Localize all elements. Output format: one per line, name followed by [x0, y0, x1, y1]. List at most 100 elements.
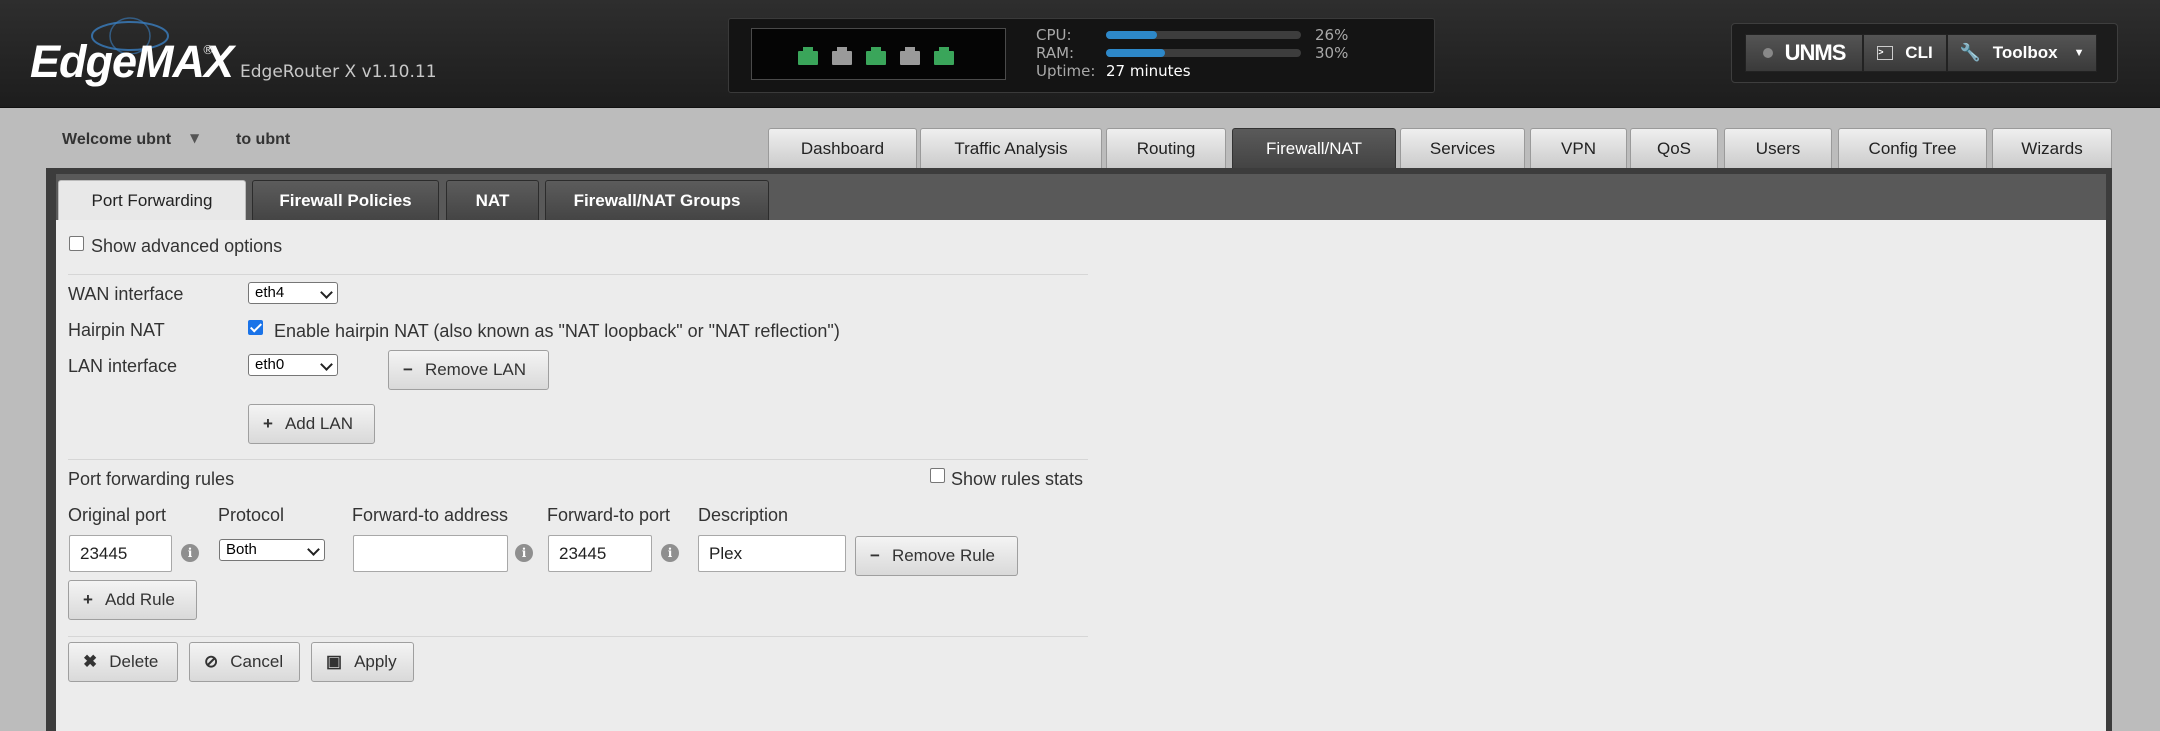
original-port-input[interactable]: 23445	[69, 535, 172, 572]
port-status-display	[751, 28, 1006, 80]
add-lan-label: Add LAN	[284, 414, 353, 433]
apply-label: Apply	[354, 652, 397, 671]
remove-lan-label: Remove LAN	[424, 360, 527, 379]
apply-button[interactable]: ▣ Apply	[311, 642, 414, 682]
port-0-icon	[798, 47, 818, 65]
nav-tab-traffic-analysis[interactable]: Traffic Analysis	[920, 128, 1102, 168]
uptime-label: Uptime:	[1036, 62, 1096, 80]
hairpin-nat-description: Enable hairpin NAT (also known as "NAT l…	[274, 321, 840, 341]
nav-tab-routing[interactable]: Routing	[1106, 128, 1226, 168]
chevron-down-icon	[320, 286, 333, 299]
subtab-firewall-nat-groups[interactable]: Firewall/NAT Groups	[545, 180, 769, 221]
add-lan-button[interactable]: + Add LAN	[248, 404, 375, 444]
divider	[68, 274, 1088, 275]
info-icon[interactable]: i	[515, 544, 533, 562]
protocol-header: Protocol	[218, 505, 285, 525]
forward-to-address-input[interactable]	[353, 535, 508, 572]
ram-value: 30%	[1315, 44, 1349, 62]
save-icon: ▣	[326, 652, 343, 671]
wrench-icon: 🔧	[1959, 43, 1981, 62]
port-3-icon	[900, 47, 920, 65]
port-forwarding-rules-heading: Port forwarding rules	[68, 469, 235, 489]
subtab-nat[interactable]: NAT	[446, 180, 539, 221]
description-header: Description	[698, 505, 789, 525]
nav-tab-wizards[interactable]: Wizards	[1992, 128, 2112, 168]
header-actions: UNMS > CLI 🔧 Toolbox ▼	[1731, 23, 2118, 83]
cancel-button[interactable]: ⊘ Cancel	[189, 642, 300, 682]
close-icon: ✖	[83, 652, 98, 671]
subtab-firewall-policies[interactable]: Firewall Policies	[252, 180, 439, 221]
lan-interface-label: LAN interface	[68, 356, 178, 376]
plus-icon: +	[83, 590, 93, 609]
nav-tab-firewall-nat[interactable]: Firewall/NAT	[1232, 128, 1396, 168]
terminal-icon: >	[1877, 46, 1894, 60]
nav-tab-services[interactable]: Services	[1400, 128, 1525, 168]
cli-button[interactable]: > CLI	[1863, 34, 1947, 72]
divider	[68, 459, 1088, 460]
protocol-select[interactable]: Both	[219, 539, 325, 561]
ram-bar	[1106, 49, 1301, 57]
chevron-down-icon[interactable]: ▼	[190, 131, 199, 145]
remove-lan-button[interactable]: − Remove LAN	[388, 350, 549, 390]
show-rules-stats-checkbox[interactable]	[930, 468, 945, 483]
nav-tab-vpn[interactable]: VPN	[1530, 128, 1627, 168]
cpu-bar	[1106, 31, 1301, 39]
unms-status-dot-icon	[1762, 48, 1773, 58]
remove-rule-button[interactable]: − Remove Rule	[855, 536, 1018, 576]
forward-to-address-header: Forward-to address	[352, 505, 509, 525]
cpu-bar-fill	[1106, 31, 1157, 39]
hairpin-nat-checkbox[interactable]	[248, 320, 263, 335]
remove-rule-label: Remove Rule	[891, 546, 995, 565]
toolbox-label: Toolbox	[1992, 43, 2058, 62]
unms-button[interactable]: UNMS	[1745, 34, 1863, 72]
nav-tab-qos[interactable]: QoS	[1630, 128, 1718, 168]
ram-label: RAM:	[1036, 44, 1075, 62]
subtab-port-forwarding[interactable]: Port Forwarding	[58, 180, 246, 221]
original-port-header: Original port	[68, 505, 167, 525]
to-user-label: to ubnt	[236, 131, 291, 148]
cpu-label: CPU:	[1036, 26, 1072, 44]
welcome-user-menu[interactable]: Welcome ubnt	[62, 131, 171, 149]
divider	[68, 636, 1088, 637]
port-4-icon	[934, 47, 954, 65]
add-rule-button[interactable]: + Add Rule	[68, 580, 197, 620]
forward-to-port-header: Forward-to port	[547, 505, 671, 525]
cli-label: CLI	[1905, 43, 1933, 62]
minus-icon: −	[403, 360, 413, 379]
minus-icon: −	[870, 546, 880, 565]
forward-to-port-input[interactable]: 23445	[548, 535, 652, 572]
add-rule-label: Add Rule	[104, 590, 175, 609]
protocol-value: Both	[226, 541, 257, 558]
nav-tab-config-tree[interactable]: Config Tree	[1838, 128, 1987, 168]
lan-interface-value: eth0	[255, 356, 285, 373]
chevron-down-icon: ▼	[2073, 47, 2085, 59]
lan-interface-select[interactable]: eth0	[248, 354, 338, 376]
nav-tab-users[interactable]: Users	[1724, 128, 1832, 168]
chevron-down-icon	[307, 543, 320, 556]
wan-interface-value: eth4	[255, 284, 285, 301]
chevron-down-icon	[320, 358, 333, 371]
ram-bar-fill	[1106, 49, 1165, 57]
delete-label: Delete	[109, 652, 159, 671]
logo-trademark: ®	[202, 43, 214, 57]
unms-label: UNMS	[1784, 40, 1847, 65]
info-icon[interactable]: i	[661, 544, 679, 562]
cancel-label: Cancel	[230, 652, 284, 671]
port-2-icon	[866, 47, 886, 65]
delete-button[interactable]: ✖ Delete	[68, 642, 178, 682]
wan-interface-select[interactable]: eth4	[248, 282, 338, 304]
description-input[interactable]: Plex	[698, 535, 846, 572]
wan-interface-label: WAN interface	[68, 284, 184, 304]
toolbox-button[interactable]: 🔧 Toolbox ▼	[1947, 34, 2097, 72]
show-advanced-checkbox[interactable]	[69, 236, 84, 251]
cpu-value: 26%	[1315, 26, 1349, 44]
plus-icon: +	[263, 414, 273, 433]
nav-tab-dashboard[interactable]: Dashboard	[768, 128, 917, 168]
port-1-icon	[832, 47, 852, 65]
show-advanced-label: Show advanced options	[91, 236, 283, 256]
info-icon[interactable]: i	[181, 544, 199, 562]
uptime-value: 27 minutes	[1106, 62, 1191, 80]
cancel-circle-icon: ⊘	[204, 652, 219, 671]
show-rules-stats-label: Show rules stats	[951, 469, 1084, 489]
firmware-version: EdgeRouter X v1.10.11	[240, 62, 437, 82]
